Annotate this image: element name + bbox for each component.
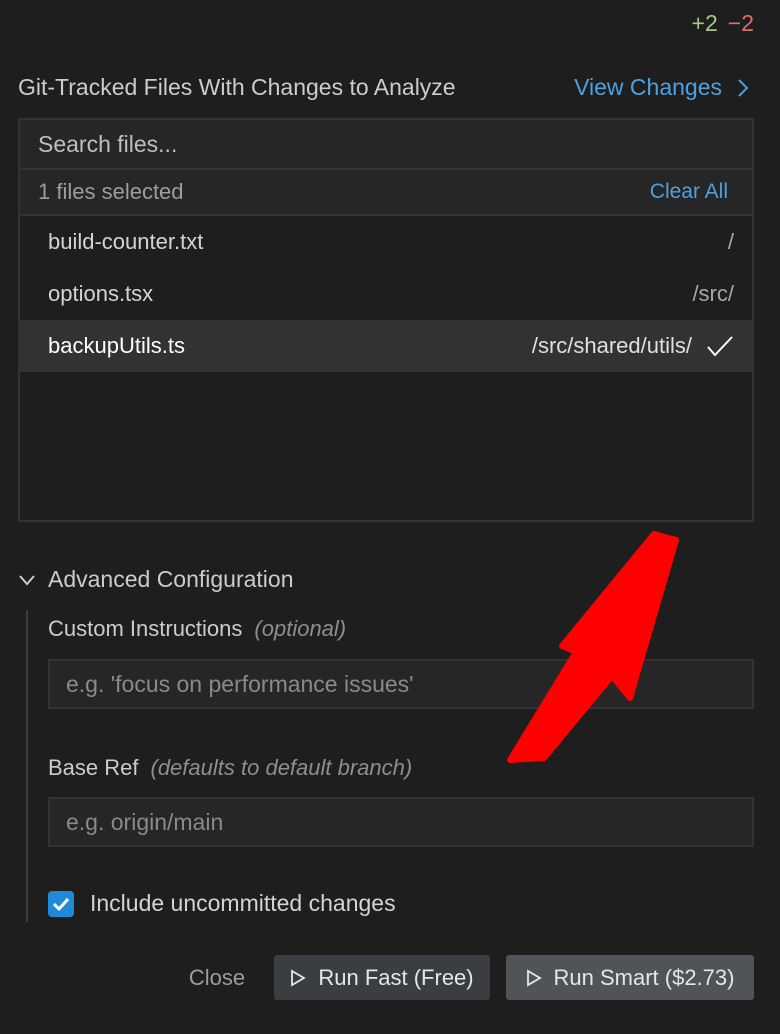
advanced-configuration-label: Advanced Configuration [48,566,294,592]
file-path-group: / [728,229,734,255]
base-ref-input[interactable] [48,797,754,847]
lines-removed: −2 [727,10,754,36]
file-row-selected[interactable]: backupUtils.ts /src/shared/utils/ [20,320,752,372]
file-name: build-counter.txt [48,229,204,254]
file-picker-panel: 1 files selected Clear All build-counter… [18,118,754,522]
run-fast-label: Run Fast (Free) [318,964,474,990]
file-row[interactable]: options.tsx /src/ [20,268,752,320]
custom-instructions-hint: (optional) [254,616,347,641]
file-path-group: /src/shared/utils/ [532,333,734,359]
file-path: / [727,229,734,254]
file-name: options.tsx [48,281,154,306]
file-list: build-counter.txt / options.tsx /src/ ba… [20,216,752,372]
custom-instructions-label: Custom Instructions (optional) [48,616,346,642]
selected-count: 1 files selected [38,179,184,204]
run-smart-button[interactable]: Run Smart ($2.73) [506,955,754,1000]
run-fast-button[interactable]: Run Fast (Free) [274,955,490,1000]
search-files-input[interactable] [20,120,752,170]
chevron-down-icon [19,574,35,586]
chevron-right-icon [738,78,749,97]
include-uncommitted-checkbox[interactable] [48,890,74,917]
view-changes-label: View Changes [574,74,722,100]
selection-bar: 1 files selected Clear All [20,170,752,216]
run-smart-label: Run Smart ($2.73) [553,964,735,990]
file-path-group: /src/ [692,281,734,307]
file-row[interactable]: build-counter.txt / [20,216,752,268]
include-uncommitted-label: Include uncommitted changes [90,890,396,916]
checkmark-icon [707,336,733,357]
advanced-configuration-toggle[interactable]: Advanced Configuration [18,566,294,593]
file-name: backupUtils.ts [48,333,185,358]
include-uncommitted-option[interactable]: Include uncommitted changes [48,890,396,917]
indent-guide [26,610,28,922]
checkbox-check-icon [52,897,70,911]
diff-stats: +2 −2 [692,10,754,37]
play-icon [526,968,542,987]
clear-all-button[interactable]: Clear All [650,180,728,204]
file-path: /src/ [692,281,734,306]
base-ref-hint: (defaults to default branch) [150,755,413,780]
custom-instructions-label-text: Custom Instructions [48,616,243,641]
play-icon [291,968,307,987]
close-button[interactable]: Close [176,955,258,1000]
base-ref-label-text: Base Ref [48,755,139,780]
section-title: Git-Tracked Files With Changes to Analyz… [18,74,456,100]
file-path: /src/shared/utils/ [531,333,692,358]
lines-added: +2 [691,10,718,36]
view-changes-link[interactable]: View Changes [574,74,750,101]
red-arrow-icon [507,531,679,763]
base-ref-label: Base Ref (defaults to default branch) [48,755,412,781]
